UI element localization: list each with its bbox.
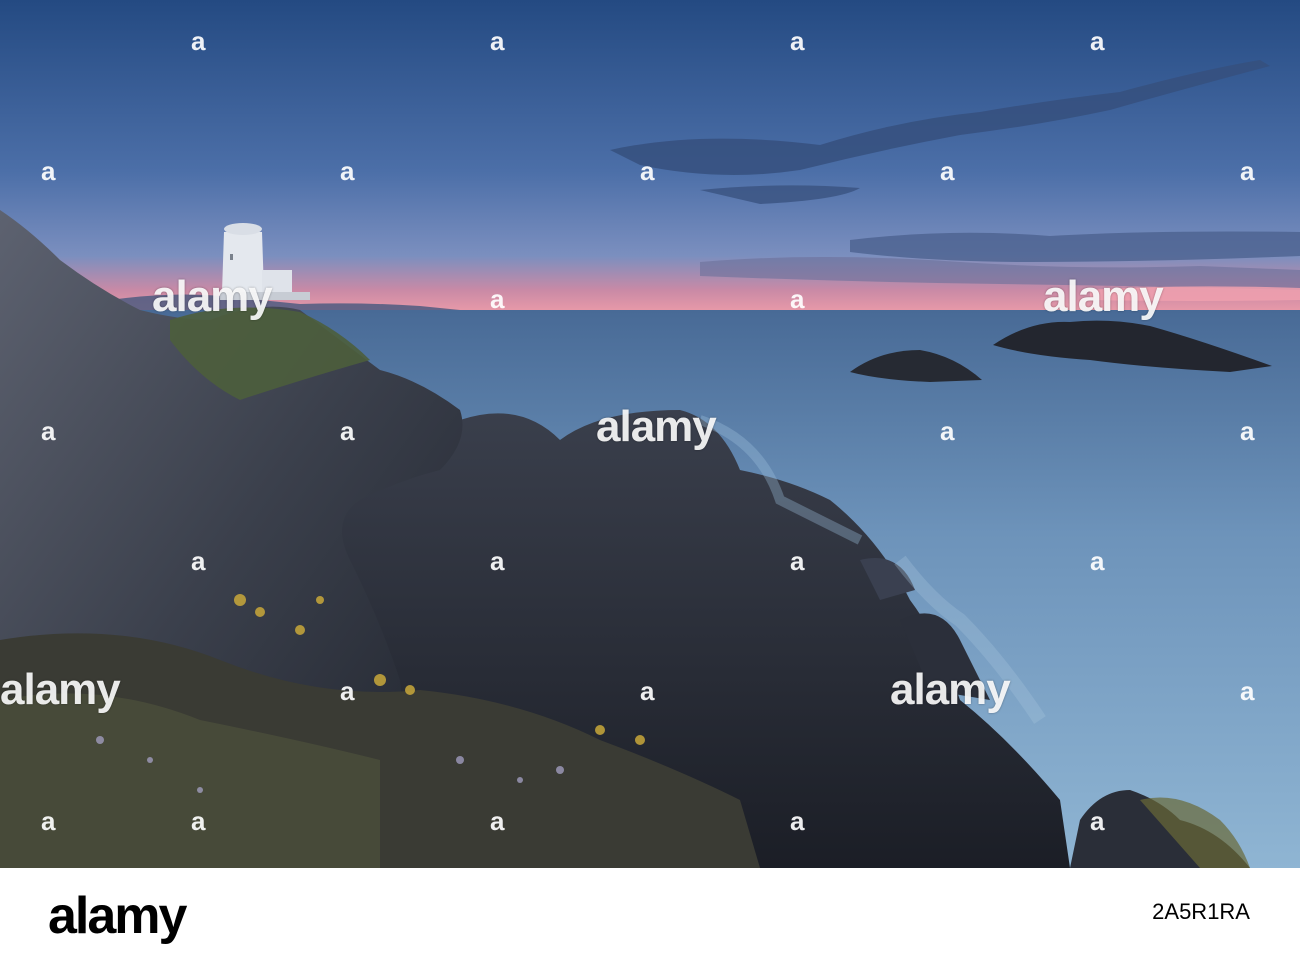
stock-photo <box>0 0 1300 868</box>
alamy-logo[interactable]: alamy <box>48 890 187 942</box>
lighthouse-seascape-image <box>0 0 1300 868</box>
image-id: 2A5R1RA <box>1152 899 1250 924</box>
footer-bar: alamy 2A5R1RA <box>0 868 1300 957</box>
